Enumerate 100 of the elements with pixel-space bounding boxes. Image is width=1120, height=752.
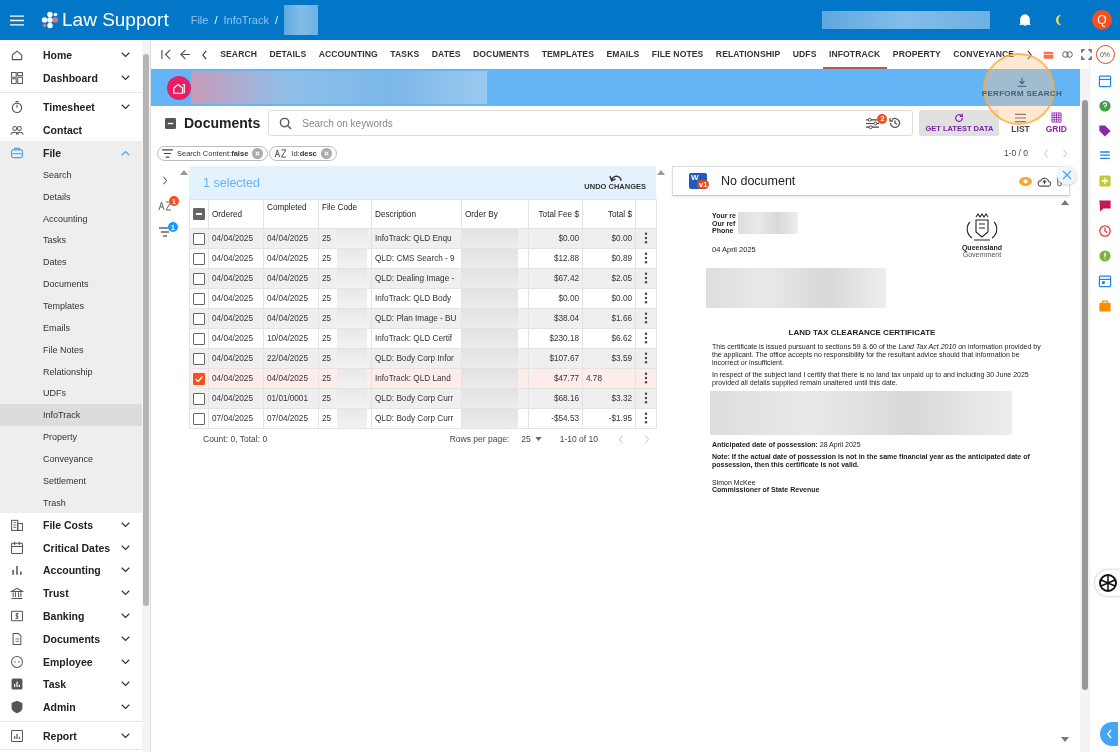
sidebar-item[interactable]: Admin bbox=[0, 695, 142, 719]
column-header[interactable]: Total Fee $ bbox=[528, 199, 583, 229]
sidebar-subitem[interactable]: Trash bbox=[0, 491, 142, 514]
sidebar-tool-icon[interactable] bbox=[1097, 98, 1113, 114]
more-icon[interactable] bbox=[644, 331, 648, 344]
chevron-icon[interactable] bbox=[121, 521, 130, 528]
briefcase-icon[interactable] bbox=[1043, 49, 1055, 60]
sidebar-subitem[interactable]: Settlement bbox=[0, 469, 142, 492]
sidebar-item[interactable]: Critical Dates bbox=[0, 536, 142, 560]
chevron-icon[interactable] bbox=[121, 733, 130, 740]
sidebar-subitem[interactable]: Search bbox=[0, 164, 142, 186]
row-checkbox[interactable] bbox=[193, 392, 205, 405]
more-icon[interactable] bbox=[644, 231, 648, 244]
sidebar-subitem[interactable]: Documents bbox=[0, 273, 142, 296]
row-checkbox[interactable] bbox=[193, 352, 205, 365]
chevron-icon[interactable] bbox=[121, 681, 130, 688]
sidebar-subitem[interactable]: Details bbox=[0, 185, 142, 208]
rows-per-page-select[interactable]: 25 bbox=[521, 434, 542, 444]
sidebar-subitem[interactable]: InfoTrack bbox=[0, 404, 142, 427]
expand-panel-icon[interactable] bbox=[162, 176, 168, 185]
tab[interactable]: DOCUMENTS bbox=[466, 40, 536, 69]
chevron-icon[interactable] bbox=[121, 704, 130, 711]
tab[interactable]: DETAILS bbox=[263, 40, 313, 69]
column-header[interactable]: Description bbox=[371, 199, 462, 229]
collapse-icon[interactable] bbox=[165, 117, 176, 129]
sidebar-subitem[interactable]: Emails bbox=[0, 316, 142, 339]
more-icon[interactable] bbox=[644, 371, 648, 384]
sidebar-tool-icon[interactable] bbox=[1097, 123, 1113, 139]
tab[interactable]: TASKS bbox=[384, 40, 426, 69]
sidebar-item[interactable]: Timesheet bbox=[0, 95, 142, 119]
row-checkbox[interactable] bbox=[193, 372, 205, 385]
tab[interactable]: TEMPLATES bbox=[535, 40, 601, 69]
sidebar-subitem[interactable]: UDFs bbox=[0, 382, 142, 405]
bell-icon[interactable] bbox=[1018, 13, 1032, 27]
cloud-upload-icon[interactable] bbox=[1037, 175, 1052, 187]
filter-settings-icon[interactable] bbox=[865, 116, 881, 130]
sidebar-item[interactable]: Accounting bbox=[0, 559, 142, 582]
sidebar-item[interactable]: Documents bbox=[0, 627, 142, 651]
column-header[interactable]: File Code bbox=[318, 199, 372, 229]
more-icon[interactable] bbox=[644, 311, 648, 324]
menu-icon[interactable] bbox=[10, 14, 24, 26]
chevron-left-icon[interactable] bbox=[201, 49, 208, 60]
first-page-icon[interactable] bbox=[161, 49, 172, 60]
assistant-button[interactable] bbox=[1095, 570, 1120, 596]
chevron-icon[interactable] bbox=[121, 567, 130, 574]
sidebar-tool-icon[interactable] bbox=[1097, 223, 1113, 239]
sidebar-item[interactable]: Dashboard bbox=[0, 66, 142, 90]
more-icon[interactable] bbox=[644, 251, 648, 264]
sidebar-subitem[interactable]: Relationship bbox=[0, 360, 142, 383]
scroll-up-icon[interactable] bbox=[180, 170, 188, 175]
more-icon[interactable] bbox=[644, 291, 648, 304]
view-toggle-button[interactable]: GRID bbox=[1037, 112, 1075, 134]
sidebar-item[interactable]: Home bbox=[0, 44, 142, 67]
more-icon[interactable] bbox=[644, 351, 648, 364]
chevron-icon[interactable] bbox=[121, 658, 130, 665]
filter-icon[interactable] bbox=[159, 227, 171, 237]
row-checkbox[interactable] bbox=[193, 292, 205, 305]
sidebar-item[interactable]: Contact bbox=[0, 118, 142, 142]
history-icon[interactable] bbox=[888, 116, 903, 130]
view-toggle-button[interactable]: LIST bbox=[1003, 112, 1038, 134]
chevron-icon[interactable] bbox=[121, 635, 130, 642]
sidebar-item[interactable]: File bbox=[0, 141, 142, 164]
more-icon[interactable] bbox=[644, 411, 648, 424]
tab[interactable]: RELATIONSHIP bbox=[709, 40, 787, 69]
more-icon[interactable] bbox=[644, 391, 648, 404]
more-icon[interactable] bbox=[644, 271, 648, 284]
sidebar-subitem[interactable]: Dates bbox=[0, 251, 142, 274]
fullscreen-icon[interactable] bbox=[1081, 49, 1093, 60]
row-checkbox[interactable] bbox=[193, 272, 205, 285]
chevron-icon[interactable] bbox=[121, 544, 130, 551]
chevron-icon[interactable] bbox=[121, 75, 130, 82]
tab[interactable]: CONVEYANCE bbox=[947, 40, 1021, 69]
sidebar-subitem[interactable]: Accounting bbox=[0, 207, 142, 230]
tab[interactable]: PROPERTY bbox=[886, 40, 948, 69]
scroll-down-icon[interactable] bbox=[1061, 737, 1069, 742]
tab[interactable]: SEARCH bbox=[214, 40, 264, 69]
chevron-icon[interactable] bbox=[121, 613, 130, 620]
row-checkbox[interactable] bbox=[193, 252, 205, 265]
scroll-up-icon[interactable] bbox=[657, 170, 665, 175]
chevron-icon[interactable] bbox=[121, 590, 130, 597]
chevron-icon[interactable] bbox=[121, 104, 130, 110]
sort-icon[interactable] bbox=[158, 201, 172, 211]
tab[interactable]: DATES bbox=[425, 40, 467, 69]
link-icon[interactable] bbox=[1062, 49, 1074, 60]
sidebar-tool-icon[interactable] bbox=[1097, 273, 1113, 289]
chevron-icon[interactable] bbox=[121, 52, 130, 59]
expand-rail-button[interactable] bbox=[1100, 722, 1118, 746]
column-header[interactable]: Ordered bbox=[208, 199, 264, 229]
scrollbar[interactable] bbox=[142, 40, 150, 752]
sidebar-subitem[interactable]: Templates bbox=[0, 295, 142, 317]
sidebar-subitem[interactable]: Tasks bbox=[0, 229, 142, 252]
sidebar-subitem[interactable]: Conveyance bbox=[0, 447, 142, 470]
tab[interactable]: ACCOUNTING bbox=[312, 40, 385, 69]
scrollbar[interactable] bbox=[1080, 70, 1089, 752]
column-header[interactable]: Completed bbox=[263, 199, 319, 229]
sidebar-tool-icon[interactable] bbox=[1097, 198, 1113, 214]
column-header[interactable]: Total $ bbox=[582, 199, 636, 229]
sidebar-item[interactable]: Report bbox=[0, 724, 142, 748]
back-arrow-icon[interactable] bbox=[180, 49, 191, 60]
sidebar-item[interactable]: Employee bbox=[0, 650, 142, 674]
